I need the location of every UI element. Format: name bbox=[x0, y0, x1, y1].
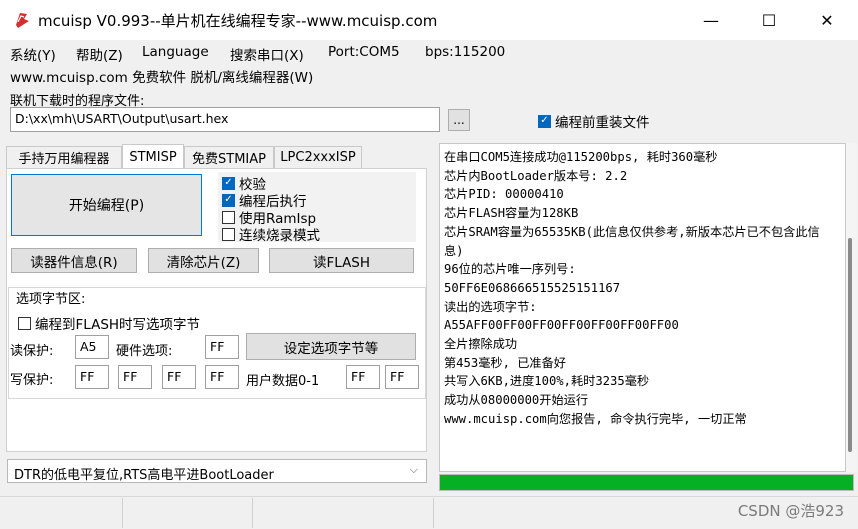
write-protect-input-1[interactable]: FF bbox=[118, 365, 152, 389]
continuous-mode-checkbox[interactable]: 连续烧录模式 bbox=[222, 224, 320, 244]
checkbox-unchecked-icon bbox=[222, 227, 235, 241]
progress-fill bbox=[440, 475, 853, 490]
minimize-icon: — bbox=[703, 10, 719, 30]
log-line: 成功从08000000开始运行 bbox=[444, 393, 589, 408]
chevron-down-icon: ⌵ bbox=[409, 463, 418, 476]
write-protect-input-3[interactable]: FF bbox=[205, 365, 239, 389]
write-option-bytes-label: 编程到FLASH时写选项字节 bbox=[35, 317, 201, 333]
close-icon: ✕ bbox=[820, 10, 834, 30]
read-protect-input[interactable]: A5 bbox=[75, 335, 109, 359]
user-data-input-0[interactable]: FF bbox=[346, 365, 380, 389]
tab-lpc2xxxisp[interactable]: LPC2xxxISP bbox=[274, 146, 362, 168]
write-protect-input-0[interactable]: FF bbox=[75, 365, 109, 389]
tab-handheld-programmer[interactable]: 手持万用编程器 bbox=[6, 146, 122, 168]
continuous-mode-label: 连续烧录模式 bbox=[239, 228, 320, 244]
window-title: mcuisp V0.993--单片机在线编程专家--www.mcuisp.com bbox=[38, 12, 438, 30]
write-option-bytes-checkbox[interactable]: 编程到FLASH时写选项字节 bbox=[18, 313, 200, 333]
log-line: 读出的选项字节: bbox=[444, 299, 537, 314]
checkbox-checked-icon: ✓ bbox=[222, 176, 235, 190]
reload-before-program-checkbox[interactable]: ✓ 编程前重装文件 bbox=[538, 111, 650, 131]
read-protect-label: 读保护: bbox=[10, 344, 54, 359]
hardware-option-label: 硬件选项: bbox=[116, 344, 173, 359]
log-output[interactable]: 在串口COM5连接成功@115200bps, 耗时360毫秒 芯片内BootLoa… bbox=[439, 143, 846, 472]
log-line: 在串口COM5连接成功@115200bps, 耗时360毫秒 bbox=[444, 150, 718, 164]
tab-stmisp[interactable]: STMISP bbox=[122, 144, 184, 169]
tab-free-stmiap[interactable]: 免费STMIAP bbox=[184, 146, 274, 168]
status-cell bbox=[123, 498, 253, 528]
user-data-label: 用户数据0-1 bbox=[246, 374, 320, 389]
checkbox-unchecked-icon bbox=[18, 316, 31, 330]
menu-system[interactable]: 系统(Y) bbox=[10, 44, 56, 64]
status-cell bbox=[0, 498, 123, 528]
browse-button[interactable]: ... bbox=[448, 109, 470, 131]
checkbox-checked-icon: ✓ bbox=[222, 193, 235, 207]
menu-port[interactable]: Port:COM5 bbox=[328, 44, 400, 60]
log-line: 96位的芯片唯一序列号: bbox=[444, 262, 576, 277]
minimize-button[interactable]: — bbox=[682, 0, 740, 40]
close-button[interactable]: ✕ bbox=[798, 0, 856, 40]
set-option-bytes-button[interactable]: 设定选项字节等 bbox=[246, 333, 416, 360]
log-line: A55AFF00FF00FF00FF00FF00FF00FF00 bbox=[444, 318, 679, 333]
menu-bar: 系统(Y) 帮助(Z) Language 搜索串口(X) Port:COM5 b… bbox=[0, 40, 858, 64]
log-line: 全片擦除成功 bbox=[444, 337, 518, 352]
bootloader-mode-value: DTR的低电平复位,RTS高电平进BootLoader bbox=[14, 468, 274, 483]
log-line: 芯片FLASH容量为128KB bbox=[444, 206, 579, 221]
checkbox-checked-icon: ✓ bbox=[538, 114, 551, 128]
log-scroll-thumb[interactable] bbox=[848, 238, 852, 452]
log-line: 共写入6KB,进度100%,耗时3235毫秒 bbox=[444, 374, 650, 389]
menu-bps[interactable]: bps:115200 bbox=[425, 44, 505, 60]
hardware-option-input[interactable]: FF bbox=[205, 335, 239, 359]
write-protect-label: 写保护: bbox=[10, 373, 54, 388]
log-line: 第453毫秒, 已准备好 bbox=[444, 355, 566, 370]
user-data-input-1[interactable]: FF bbox=[385, 365, 419, 389]
log-line: 芯片SRAM容量为65535KB(此信息仅供参考,新版本芯片已不包含此信息) bbox=[444, 224, 820, 258]
program-file-path-input[interactable]: D:\xx\mh\USART\Output\usart.hex bbox=[10, 107, 440, 132]
status-cell bbox=[253, 498, 434, 528]
menu-help[interactable]: 帮助(Z) bbox=[76, 44, 123, 64]
maximize-icon: ☐ bbox=[761, 10, 777, 30]
progress-bar bbox=[439, 474, 854, 491]
start-programming-button[interactable]: 开始编程(P) bbox=[11, 174, 202, 236]
app-icon bbox=[16, 13, 29, 28]
menu-offline-programmer[interactable]: www.mcuisp.com 免费软件 脱机/离线编程器(W) bbox=[10, 66, 313, 86]
log-line: www.mcuisp.com向您报告, 命令执行完毕, 一切正常 bbox=[444, 411, 747, 426]
log-line: 芯片内BootLoader版本号: 2.2 bbox=[444, 168, 628, 183]
menu-search-port[interactable]: 搜索串口(X) bbox=[230, 44, 304, 64]
erase-chip-button[interactable]: 清除芯片(Z) bbox=[148, 248, 259, 273]
checkbox-unchecked-icon bbox=[222, 210, 235, 224]
log-line: 芯片PID: 00000410 bbox=[444, 187, 564, 202]
log-line: 50FF6E068666515525151167 bbox=[444, 280, 621, 295]
menu-language[interactable]: Language bbox=[142, 44, 209, 60]
read-device-info-button[interactable]: 读器件信息(R) bbox=[11, 248, 137, 273]
option-bytes-title: 选项字节区: bbox=[16, 292, 86, 307]
bootloader-mode-select[interactable]: DTR的低电平复位,RTS高电平进BootLoader ⌵ bbox=[7, 459, 427, 483]
watermark: CSDN @浩923 bbox=[737, 502, 844, 520]
read-flash-button[interactable]: 读FLASH bbox=[269, 248, 414, 273]
maximize-button[interactable]: ☐ bbox=[740, 0, 798, 40]
reload-before-program-label: 编程前重装文件 bbox=[555, 115, 650, 131]
write-protect-input-2[interactable]: FF bbox=[162, 365, 196, 389]
